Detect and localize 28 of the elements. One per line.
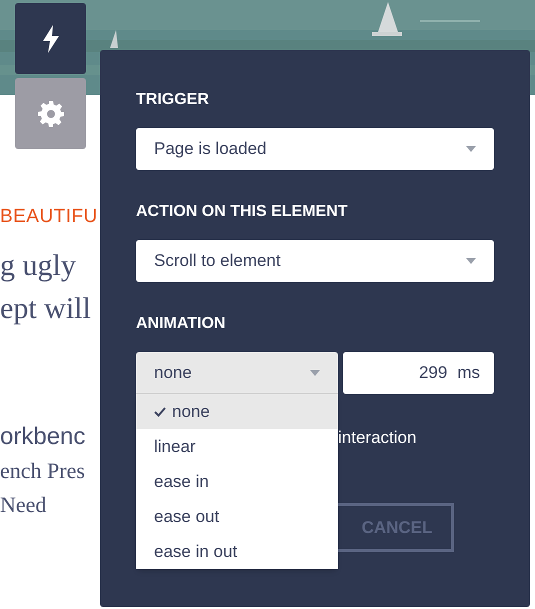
menu-item[interactable]: linear xyxy=(136,429,338,464)
menu-item[interactable]: ease in out xyxy=(136,534,338,569)
section-label: ACTION ON THIS ELEMENT xyxy=(136,202,349,222)
dropdown[interactable]: Scroll to element xyxy=(136,240,494,282)
trigger-button[interactable] xyxy=(15,3,86,74)
body-text: Need xyxy=(0,490,48,518)
duration-value: 299 xyxy=(418,362,448,384)
caret-icon xyxy=(310,370,320,376)
dropdown[interactable]: none xyxy=(136,352,338,394)
dropdown[interactable]: Page is loaded xyxy=(136,128,494,170)
eyebrow-text: BEAUTIFU xyxy=(0,205,99,229)
menu-item[interactable]: none xyxy=(136,394,338,429)
check-icon xyxy=(154,406,166,416)
body-text: ench Pres xyxy=(0,456,86,484)
lightning-icon xyxy=(42,24,60,52)
duration-field[interactable]: 299 ms xyxy=(343,352,494,394)
section-label: ANIMATION xyxy=(136,314,226,334)
option-text: interaction xyxy=(338,427,418,449)
body-text: ept will xyxy=(0,290,92,326)
section-label: TRIGGER xyxy=(136,90,210,110)
caret-icon xyxy=(466,258,476,264)
settings-icon xyxy=(38,100,64,126)
menu-item[interactable]: ease out xyxy=(136,499,338,534)
heading-text: orkbenc xyxy=(0,422,86,452)
unit-label: ms xyxy=(457,362,480,384)
body-text: g ugly xyxy=(0,248,77,284)
caret-icon xyxy=(466,146,476,152)
menu-item[interactable]: ease in xyxy=(136,464,338,499)
